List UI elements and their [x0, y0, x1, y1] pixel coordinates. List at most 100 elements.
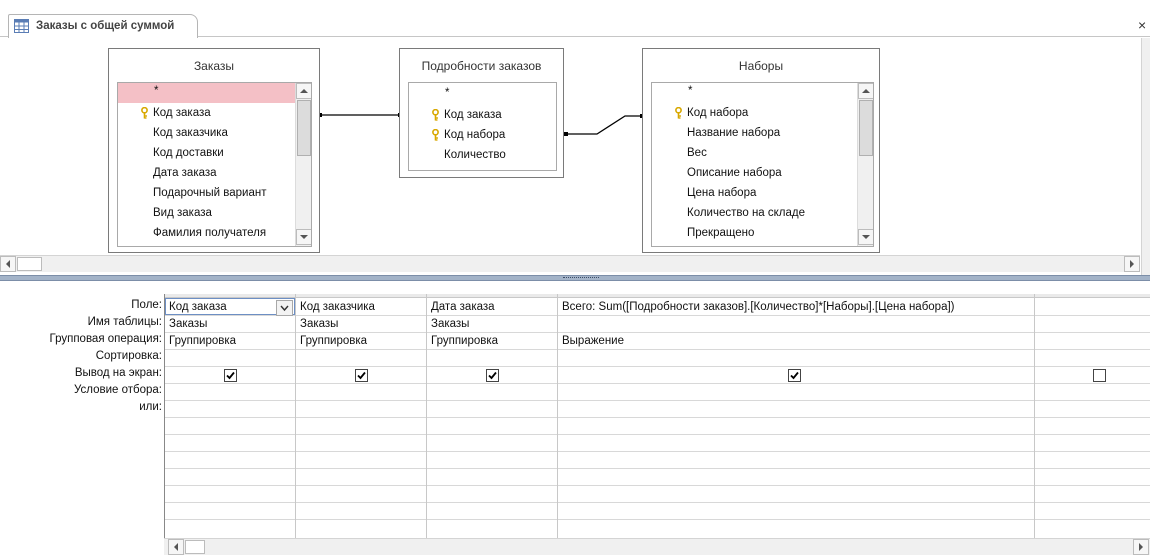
- row-label-group: Групповая операция:: [49, 333, 163, 345]
- field-name: Вид заказа: [153, 207, 212, 219]
- field-name: Фамилия получателя: [153, 227, 267, 239]
- scroll-thumb[interactable]: [185, 540, 205, 554]
- diagram-vertical-scrollbar[interactable]: [1141, 38, 1150, 275]
- field-list: * Код заказа Код набора Количество: [408, 82, 557, 171]
- scroll-thumb[interactable]: [17, 257, 42, 271]
- field-item-all[interactable]: *: [118, 83, 311, 103]
- field-item[interactable]: Количество: [409, 145, 556, 165]
- field-item[interactable]: Дата заказа: [118, 163, 311, 183]
- field-cell[interactable]: Дата заказа: [431, 298, 495, 316]
- field-list: * Код заказа Код заказчика Код доставки …: [117, 82, 312, 247]
- grid-horizontal-scrollbar[interactable]: [164, 538, 1150, 555]
- table-cell[interactable]: Заказы: [431, 315, 469, 333]
- table-window-order-details[interactable]: Подробности заказов * Код заказа Код наб…: [399, 48, 564, 178]
- chevron-down-icon[interactable]: [276, 300, 293, 316]
- group-cell[interactable]: Группировка: [431, 332, 498, 350]
- scroll-left-icon[interactable]: [168, 539, 184, 555]
- field-name: Количество на складе: [687, 207, 806, 219]
- scroll-thumb[interactable]: [859, 100, 873, 156]
- field-name: Код набора: [444, 129, 506, 141]
- show-checkbox[interactable]: [224, 369, 237, 382]
- table-cell[interactable]: Заказы: [169, 315, 207, 333]
- group-cell[interactable]: Выражение: [562, 332, 624, 350]
- diagram-horizontal-scrollbar[interactable]: [0, 255, 1140, 272]
- show-checkbox[interactable]: [355, 369, 368, 382]
- field-name: *: [688, 85, 693, 97]
- field-name: Код доставки: [153, 147, 224, 159]
- field-name: Вес: [687, 147, 707, 159]
- scroll-thumb[interactable]: [297, 100, 311, 156]
- field-name: Количество: [444, 149, 506, 161]
- group-cell[interactable]: Группировка: [169, 332, 236, 350]
- scroll-left-icon[interactable]: [0, 256, 16, 272]
- field-item[interactable]: Название набора: [652, 123, 873, 143]
- field-name: Название набора: [687, 127, 781, 139]
- primary-key-icon: [432, 129, 439, 141]
- field-item[interactable]: Код набора: [652, 103, 873, 123]
- field-name: Код заказа: [444, 109, 502, 121]
- row-label-or: или:: [139, 401, 162, 413]
- row-label-field: Поле:: [131, 299, 162, 311]
- field-name: Дата заказа: [153, 167, 217, 179]
- field-list-scrollbar[interactable]: [295, 83, 311, 246]
- splitter-grip[interactable]: [563, 277, 599, 280]
- pane-splitter[interactable]: [0, 275, 1150, 281]
- field-item[interactable]: Фамилия получателя: [118, 223, 311, 243]
- show-checkbox[interactable]: [486, 369, 499, 382]
- grid-column[interactable]: Дата заказа Заказы Группировка: [427, 294, 558, 538]
- table-title: Наборы: [738, 59, 784, 73]
- table-title: Заказы: [193, 59, 235, 73]
- field-name: Описание набора: [687, 167, 782, 179]
- grid-column[interactable]: Код заказчика Заказы Группировка: [296, 294, 427, 538]
- table-cell[interactable]: Заказы: [300, 315, 338, 333]
- table-window-orders[interactable]: Заказы * Код заказа Код заказчика Код до…: [108, 48, 320, 253]
- row-label-show: Вывод на экран:: [74, 367, 162, 379]
- row-label-table: Имя таблицы:: [87, 316, 162, 328]
- row-label-criteria: Условие отбора:: [73, 384, 162, 396]
- row-label-sort: Сортировка:: [95, 350, 162, 362]
- field-name: *: [445, 87, 450, 99]
- field-item[interactable]: Прекращено: [652, 223, 873, 243]
- field-name: Подарочный вариант: [153, 187, 267, 199]
- scroll-right-icon[interactable]: [1124, 256, 1140, 272]
- group-cell[interactable]: Группировка: [300, 332, 367, 350]
- field-item[interactable]: Описание набора: [652, 163, 873, 183]
- scroll-right-icon[interactable]: [1133, 539, 1149, 555]
- table-title: Подробности заказов: [421, 59, 542, 73]
- field-cell[interactable]: Код заказчика: [300, 298, 375, 316]
- field-item[interactable]: Код заказчика: [118, 123, 311, 143]
- field-item[interactable]: Количество на складе: [652, 203, 873, 223]
- field-item[interactable]: Вид заказа: [118, 203, 311, 223]
- show-checkbox[interactable]: [1093, 369, 1106, 382]
- scroll-down-icon[interactable]: [858, 229, 873, 245]
- field-name: Код заказчика: [153, 127, 228, 139]
- field-item[interactable]: Подарочный вариант: [118, 183, 311, 203]
- field-name: Цена набора: [687, 187, 757, 199]
- field-list-scrollbar[interactable]: [857, 83, 873, 246]
- field-item[interactable]: Код набора: [409, 125, 556, 145]
- field-cell-expression[interactable]: Всего: Sum([Подробности заказов].[Количе…: [562, 298, 955, 316]
- field-item[interactable]: Вес: [652, 143, 873, 163]
- field-item-all[interactable]: *: [409, 85, 556, 105]
- scroll-up-icon[interactable]: [296, 83, 311, 99]
- scroll-up-icon[interactable]: [858, 83, 873, 99]
- show-checkbox[interactable]: [788, 369, 801, 382]
- grid-column[interactable]: Всего: Sum([Подробности заказов].[Количе…: [558, 294, 1035, 538]
- field-item-all[interactable]: *: [652, 83, 873, 103]
- primary-key-icon: [675, 107, 682, 119]
- grid-column-empty[interactable]: [1035, 294, 1150, 538]
- field-name: Код заказа: [153, 107, 211, 119]
- table-window-kits[interactable]: Наборы * Код набора Название набора Вес …: [642, 48, 880, 253]
- primary-key-icon: [141, 107, 148, 119]
- field-cell[interactable]: Код заказа: [169, 298, 227, 316]
- primary-key-icon: [432, 109, 439, 121]
- field-item[interactable]: Цена набора: [652, 183, 873, 203]
- field-name: Код набора: [687, 107, 749, 119]
- grid-row-labels: Поле: Имя таблицы: Групповая операция: С…: [0, 296, 163, 426]
- scroll-down-icon[interactable]: [296, 229, 311, 245]
- field-item[interactable]: Код заказа: [409, 105, 556, 125]
- field-item[interactable]: Код доставки: [118, 143, 311, 163]
- field-list: * Код набора Название набора Вес Описани…: [651, 82, 874, 247]
- grid-column[interactable]: Код заказа Заказы Группировка: [165, 294, 296, 538]
- field-item[interactable]: Код заказа: [118, 103, 311, 123]
